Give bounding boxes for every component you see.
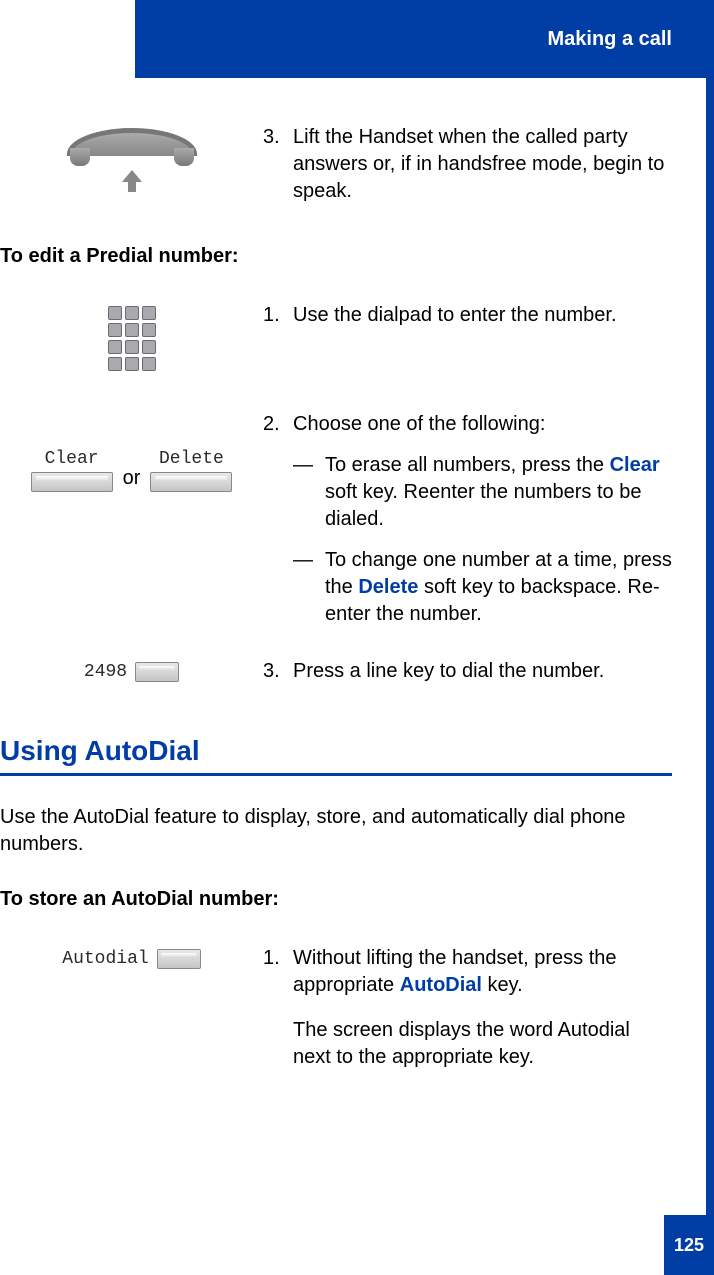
side-bar <box>706 78 714 1215</box>
step-number: 1. <box>263 302 293 329</box>
dialpad-icon <box>108 306 156 371</box>
autodial-store-heading: To store an AutoDial number: <box>0 888 672 911</box>
step-number: 3. <box>263 124 293 205</box>
step-body: Lift the Handset when the called party a… <box>293 124 672 205</box>
autodial-key-col: Autodial <box>0 945 263 969</box>
predial-heading: To edit a Predial number: <box>0 245 672 268</box>
header-bar: Making a call <box>135 0 714 78</box>
dialpad-icon-col <box>0 302 263 371</box>
step2-opt-a: — To erase all numbers, press the Clear … <box>293 452 672 533</box>
autodial-key-word: AutoDial <box>400 974 482 996</box>
opt-a-pre: To erase all numbers, press the <box>325 454 610 476</box>
softkeys-col: Clear or Delete <box>0 411 263 492</box>
opt-a-post: soft key. Reenter the numbers to be dial… <box>325 481 641 530</box>
delete-softkey-label: Delete <box>159 449 224 469</box>
softkey-row: Clear or Delete <box>31 449 233 492</box>
step-text: 3. Press a line key to dial the number. <box>263 658 672 685</box>
dash-marker: — <box>293 452 325 533</box>
section-rule <box>0 773 672 776</box>
step-text: 1. Without lifting the handset, press th… <box>263 945 672 1071</box>
step-body: Use the dialpad to enter the number. <box>293 302 672 329</box>
step-number: 3. <box>263 658 293 685</box>
handset-icon-col <box>0 124 263 178</box>
dash-marker: — <box>293 547 325 628</box>
clear-softkey-group: Clear <box>31 449 113 492</box>
autodial-key-label: Autodial <box>62 949 148 969</box>
autodial-step1-line2: The screen displays the word Autodial ne… <box>293 1019 630 1068</box>
predial-step1-row: 1. Use the dialpad to enter the number. <box>0 302 672 371</box>
linekey-number: 2498 <box>84 662 127 682</box>
page-content: 3. Lift the Handset when the called part… <box>0 124 672 1111</box>
linekey-button[interactable] <box>135 662 179 682</box>
step-number: 1. <box>263 945 293 1071</box>
autodial-step1-post: key. <box>482 974 523 996</box>
step-body: Choose one of the following: — To erase … <box>293 411 672 628</box>
clear-softkey-label: Clear <box>45 449 99 469</box>
step-body: Press a line key to dial the number. <box>293 658 672 685</box>
predial-step3-row: 2498 3. Press a line key to dial the num… <box>0 658 672 685</box>
linekey-row: 2498 <box>84 662 179 682</box>
delete-softkey-group: Delete <box>150 449 232 492</box>
step2-intro: Choose one of the following: <box>293 413 545 435</box>
autodial-step1-row: Autodial 1. Without lifting the handset,… <box>0 945 672 1071</box>
step2-opt-b: — To change one number at a time, press … <box>293 547 672 628</box>
opt-a-body: To erase all numbers, press the Clear so… <box>325 452 672 533</box>
step-text: 2. Choose one of the following: — To era… <box>263 411 672 628</box>
delete-softkey-button[interactable] <box>150 472 232 492</box>
linekey-col: 2498 <box>0 658 263 682</box>
autodial-key-row: Autodial <box>62 949 200 969</box>
step-number: 2. <box>263 411 293 628</box>
header-title: Making a call <box>548 28 673 51</box>
clear-key-word: Clear <box>610 454 660 476</box>
step-text: 3. Lift the Handset when the called part… <box>263 124 672 205</box>
autodial-intro: Use the AutoDial feature to display, sto… <box>0 804 672 858</box>
opt-b-body: To change one number at a time, press th… <box>325 547 672 628</box>
step-handset-row: 3. Lift the Handset when the called part… <box>0 124 672 205</box>
delete-key-word: Delete <box>358 576 418 598</box>
step-body: Without lifting the handset, press the a… <box>293 945 672 1071</box>
or-label: or <box>123 467 141 492</box>
autodial-heading: Using AutoDial <box>0 735 672 767</box>
step-text: 1. Use the dialpad to enter the number. <box>263 302 672 329</box>
page-number: 125 <box>664 1215 714 1275</box>
autodial-key-button[interactable] <box>157 949 201 969</box>
predial-step2-row: Clear or Delete 2. Choose one of the fol… <box>0 411 672 628</box>
clear-softkey-button[interactable] <box>31 472 113 492</box>
handset-icon <box>67 128 197 178</box>
